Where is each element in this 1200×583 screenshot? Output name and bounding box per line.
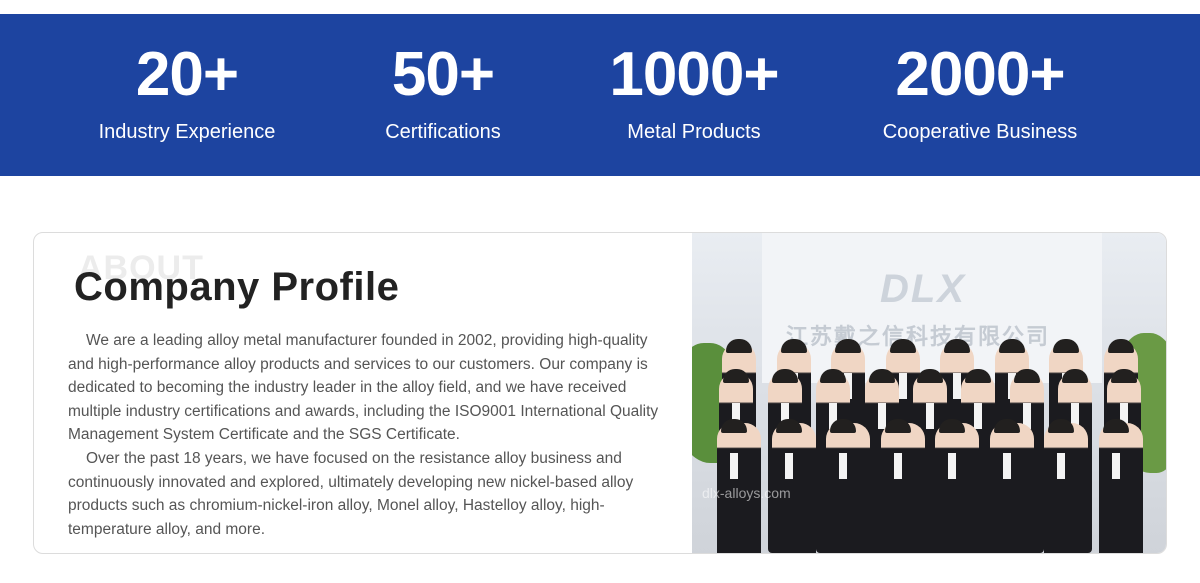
team-member	[826, 419, 871, 553]
stat-label: Industry Experience	[98, 121, 276, 143]
photo-watermark: dlx-alloys.com	[702, 485, 791, 501]
team-photo: DLX 江苏戴之信科技有限公司 dlx-alloys.com	[692, 233, 1166, 553]
team-member	[935, 419, 980, 553]
stat-value: 20+	[135, 40, 239, 109]
stat-value: 2000+	[895, 40, 1065, 109]
stat-value: 50+	[391, 40, 495, 109]
company-profile-title: Company Profile	[74, 265, 400, 309]
stat-label: Certifications	[385, 121, 501, 143]
profile-paragraph-1: We are a leading alloy metal manufacture…	[68, 332, 659, 443]
team-member	[1098, 419, 1143, 553]
company-logo-sign: DLX	[880, 267, 966, 311]
stats-band: 20+ Industry Experience 50+ Certificatio…	[0, 14, 1200, 176]
profile-paragraph-2: Over the past 18 years, we have focused …	[68, 450, 634, 538]
stat-label: Cooperative Business	[882, 121, 1078, 143]
team-member	[989, 419, 1034, 553]
stat-label: Metal Products	[627, 121, 761, 143]
stat-value: 1000+	[609, 40, 779, 109]
company-profile-card: ABOUT Company Profile We are a leading a…	[33, 232, 1167, 554]
team-member	[1044, 419, 1089, 553]
team-member	[880, 419, 925, 553]
